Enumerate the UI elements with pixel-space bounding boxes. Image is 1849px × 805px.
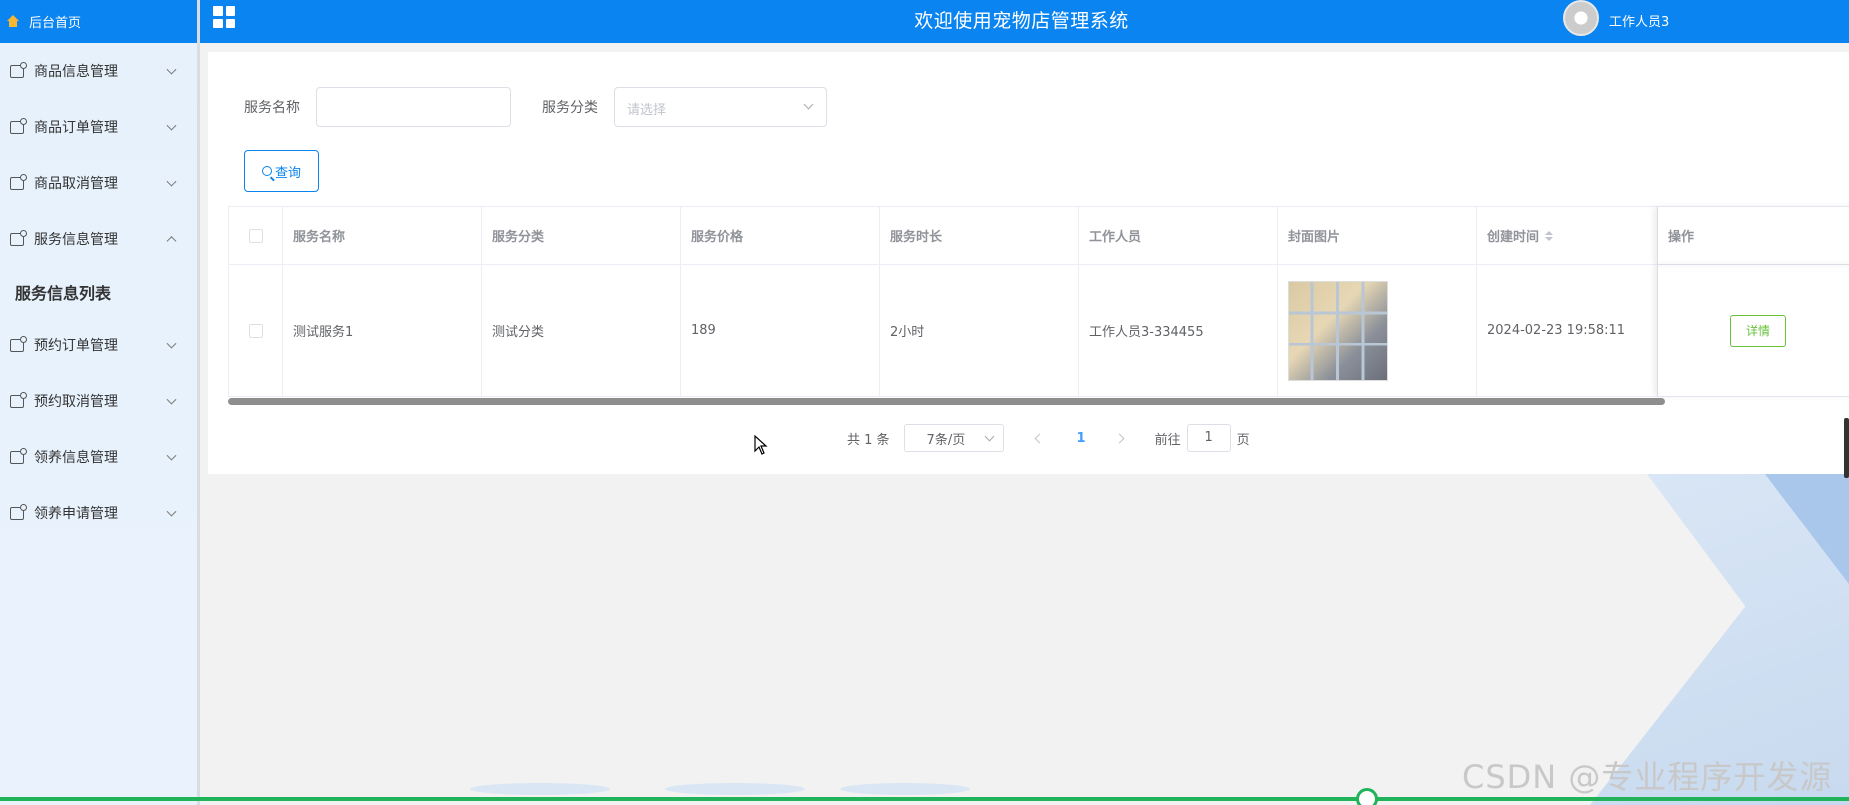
table-header: 服务名称 服务分类 服务价格 服务时长 工作人员 封面图片 创建时间 操作 — [228, 206, 1849, 265]
cell-cover-image — [1277, 265, 1476, 396]
menu-icon — [10, 61, 27, 78]
sidebar-item-goods-cancel[interactable]: 商品取消管理 — [0, 155, 197, 211]
next-page-icon[interactable] — [1114, 433, 1125, 443]
sidebar-item-label: 商品信息管理 — [34, 64, 118, 80]
menu-icon — [10, 447, 27, 464]
chevron-down-icon — [166, 120, 177, 131]
column-header: 服务时长 — [879, 207, 1078, 264]
cover-thumbnail[interactable] — [1288, 280, 1388, 381]
menu-icon — [10, 503, 27, 520]
chevron-down-icon — [166, 338, 177, 349]
sidebar-item-service-info[interactable]: 服务信息管理 — [0, 211, 197, 267]
cell-staff: 工作人员3-334455 — [1078, 265, 1277, 396]
column-header: 服务分类 — [481, 207, 680, 264]
column-header: 服务名称 — [282, 207, 481, 264]
pagination: 共 1 条 7条/页 1 前往 1 页 — [847, 424, 1250, 452]
select-placeholder: 请选择 — [627, 103, 667, 118]
menu-icon — [10, 173, 27, 190]
sidebar-item-label: 预约订单管理 — [34, 338, 118, 354]
progress-bar[interactable] — [0, 797, 1849, 801]
service-category-select[interactable]: 请选择 — [614, 87, 827, 127]
cell-actions: 详情 — [1657, 265, 1849, 396]
chevron-down-icon — [166, 450, 177, 461]
cell-created-time: 2024-02-23 19:58:11 — [1476, 265, 1657, 396]
column-header-label: 创建时间 — [1487, 230, 1540, 245]
sidebar-subitem-label: 服务信息列表 — [15, 284, 112, 303]
horizontal-scrollbar[interactable] — [228, 398, 1665, 405]
page-size-select[interactable]: 7条/页 — [903, 424, 1004, 452]
home-icon — [6, 15, 19, 28]
sidebar-item-label: 领养申请管理 — [34, 506, 118, 522]
table-row: 测试服务1 测试分类 189 2小时 工作人员3-334455 2024-02-… — [228, 265, 1849, 397]
query-button[interactable]: 查询 — [244, 150, 319, 192]
background-shape — [840, 783, 970, 795]
service-name-label: 服务名称 — [244, 100, 300, 116]
header-checkbox-cell — [228, 207, 282, 264]
chevron-down-icon — [166, 394, 177, 405]
chevron-up-icon — [166, 236, 177, 247]
sidebar-item-adoption-apply[interactable]: 领养申请管理 — [0, 485, 197, 541]
sidebar-item-label: 领养信息管理 — [34, 450, 118, 466]
chevron-down-icon — [984, 431, 994, 442]
page-suffix: 页 — [1236, 432, 1250, 448]
top-header: 欢迎使用宠物店管理系统 工作人员3 — [200, 0, 1849, 43]
page-number-current[interactable]: 1 — [1077, 431, 1086, 446]
page-size-value: 7条/页 — [926, 432, 966, 448]
column-header: 封面图片 — [1277, 207, 1476, 264]
user-name[interactable]: 工作人员3 — [1609, 11, 1669, 30]
row-checkbox-cell — [228, 265, 282, 396]
select-all-checkbox[interactable] — [248, 228, 263, 243]
menu-icon — [10, 117, 27, 134]
sort-icon[interactable] — [1545, 230, 1554, 241]
sidebar-item-label: 商品订单管理 — [34, 120, 118, 136]
service-category-label: 服务分类 — [542, 100, 598, 116]
sidebar-item-goods-info[interactable]: 商品信息管理 — [0, 43, 197, 99]
sidebar-subitem-service-list[interactable]: 服务信息列表 — [0, 267, 197, 317]
column-header: 操作 — [1657, 207, 1849, 264]
chevron-down-icon — [166, 64, 177, 75]
scrollbar-edge[interactable] — [1844, 418, 1849, 478]
row-checkbox[interactable] — [248, 323, 263, 338]
sidebar-item-booking-cancel[interactable]: 预约取消管理 — [0, 373, 197, 429]
watermark: CSDN @专业程序开发源 — [1462, 758, 1833, 796]
sidebar-item-adoption-info[interactable]: 领养信息管理 — [0, 429, 197, 485]
cell-service-price: 189 — [680, 265, 879, 396]
cell-service-name: 测试服务1 — [282, 265, 481, 396]
menu-icon — [10, 335, 27, 352]
menu-icon — [10, 391, 27, 408]
service-name-input[interactable] — [316, 87, 511, 127]
main-content: 服务名称 服务分类 请选择 查询 服务名称 服务分类 服务价格 服务时长 工作人… — [208, 52, 1849, 474]
chevron-down-icon — [166, 506, 177, 517]
column-header-sortable[interactable]: 创建时间 — [1476, 207, 1657, 264]
column-header: 服务价格 — [680, 207, 879, 264]
background-shape — [470, 783, 610, 795]
chevron-down-icon — [166, 176, 177, 187]
sidebar-item-label: 商品取消管理 — [34, 176, 118, 192]
pagination-total: 共 1 条 — [847, 432, 890, 448]
prev-page-icon[interactable] — [1034, 433, 1044, 443]
search-icon — [261, 166, 272, 176]
sidebar-item-booking-order[interactable]: 预约订单管理 — [0, 317, 197, 373]
background-shape — [665, 783, 805, 795]
progress-knob[interactable] — [1356, 788, 1378, 805]
sidebar: 后台首页 商品信息管理 商品订单管理 商品取消管理 服务信息管理 服务信息列表 … — [0, 0, 200, 805]
chevron-down-icon — [803, 99, 814, 110]
sidebar-home[interactable]: 后台首页 — [0, 0, 197, 43]
sidebar-item-label: 预约取消管理 — [34, 394, 118, 410]
cell-service-category: 测试分类 — [481, 265, 680, 396]
column-header: 工作人员 — [1078, 207, 1277, 264]
goto-page-input[interactable]: 1 — [1186, 424, 1231, 452]
service-table: 服务名称 服务分类 服务价格 服务时长 工作人员 封面图片 创建时间 操作 测试… — [228, 206, 1849, 397]
goto-label: 前往 — [1154, 432, 1181, 448]
query-button-label: 查询 — [274, 165, 301, 181]
sidebar-home-label: 后台首页 — [29, 16, 82, 31]
sidebar-item-goods-order[interactable]: 商品订单管理 — [0, 99, 197, 155]
sidebar-item-label: 服务信息管理 — [34, 232, 118, 248]
cell-service-duration: 2小时 — [879, 265, 1078, 396]
detail-button[interactable]: 详情 — [1730, 314, 1786, 347]
avatar[interactable] — [1563, 0, 1599, 36]
menu-icon — [10, 229, 27, 246]
